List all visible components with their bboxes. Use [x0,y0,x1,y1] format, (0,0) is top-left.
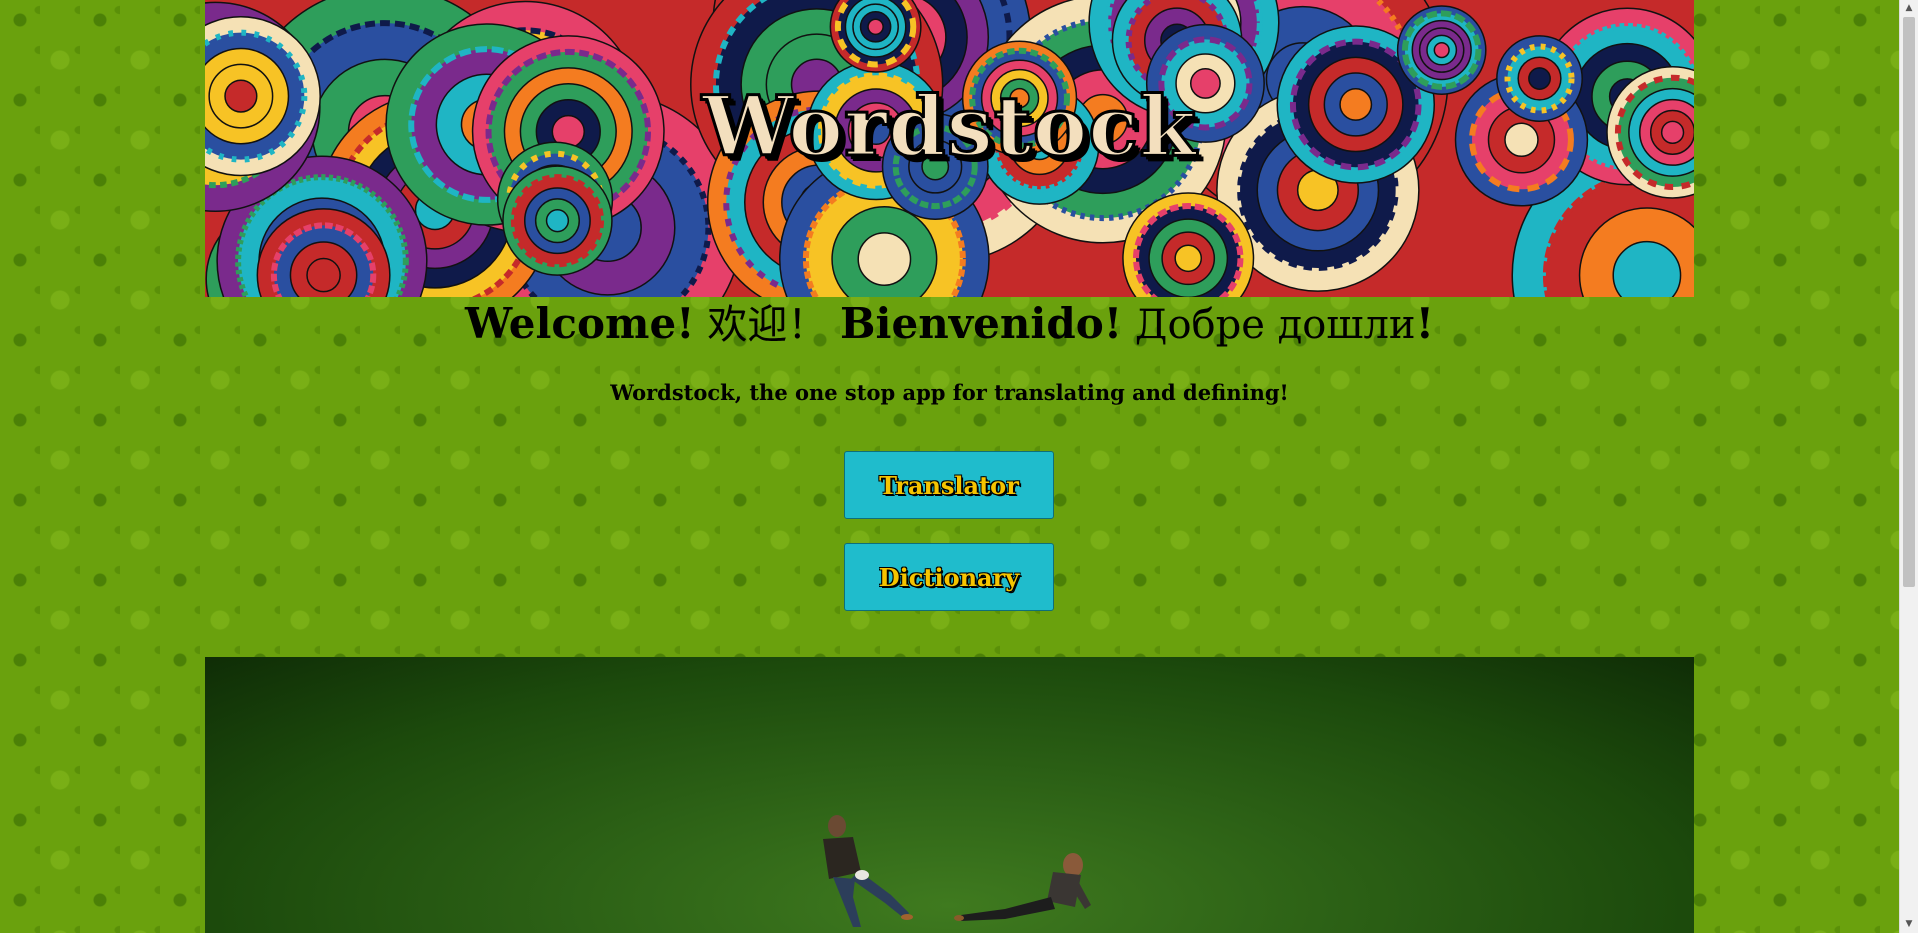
welcome-heading: Welcome! 欢迎！ Bienvenido! Добре дошли! [205,302,1694,348]
people-on-grass-image [823,815,1091,927]
welcome-chinese: 欢迎！ [694,302,841,348]
header-banner: Wordstock [205,0,1694,297]
welcome-exclamation: ! [1415,299,1434,348]
site-title: Wordstock [700,79,1198,175]
dictionary-button[interactable]: Dictionary [844,543,1054,611]
welcome-english: Welcome! [465,299,695,348]
scrollbar-thumb[interactable] [1903,17,1915,587]
translator-button[interactable]: Translator [844,451,1054,519]
vertical-scrollbar[interactable]: ▲ ▼ [1899,0,1918,933]
mandala-circle [502,165,613,276]
scroll-down-icon[interactable]: ▼ [1900,916,1918,933]
scroll-up-icon[interactable]: ▲ [1900,0,1918,17]
grass-photo [205,657,1694,933]
welcome-bulgarian: Добре дошли [1122,302,1416,348]
mandala-circle [1396,5,1487,95]
welcome-spanish: Bienvenido! [840,299,1123,348]
tagline: Wordstock, the one stop app for translat… [610,380,1289,405]
person-left [823,815,913,927]
person-right [954,853,1091,921]
